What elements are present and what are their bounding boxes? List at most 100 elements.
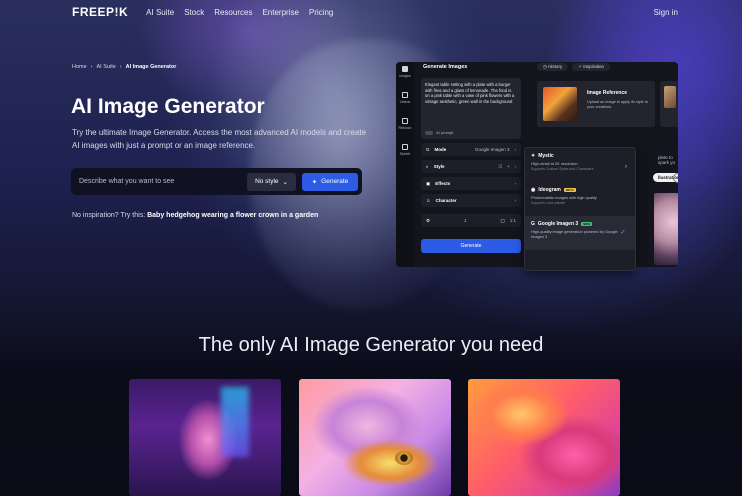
tab-history[interactable]: ◷ History	[537, 63, 569, 71]
page-description: Try the ultimate Image Generator. Access…	[72, 128, 367, 150]
showcase-image-snake[interactable]	[299, 379, 451, 496]
palette-icon: ◐	[426, 164, 429, 169]
effects-label: Effects	[435, 181, 451, 186]
nav-stock[interactable]: Stock	[184, 8, 204, 17]
inspiration-line: No inspiration? Try this: Baby hedgehog …	[72, 212, 318, 219]
section-title: The only AI Image Generator you need	[198, 334, 544, 356]
aspect-ratio[interactable]: 1:1	[510, 218, 516, 223]
sparkle-icon: ✦	[311, 178, 318, 186]
mode-row[interactable]: G Mode Google Imagen 3 ›	[421, 143, 521, 156]
chevron-right-icon: ›	[625, 164, 627, 170]
sign-in-link[interactable]: Sign in	[654, 8, 678, 17]
showcase-image-cyborg[interactable]	[129, 379, 281, 496]
ai-prompt-toggle[interactable]: AI prompt	[425, 130, 453, 136]
character-icon: ☺	[426, 198, 431, 203]
gear-icon[interactable]: ⚙	[426, 218, 430, 224]
rail-videos[interactable]: Videos	[396, 92, 414, 114]
new-badge: NEW	[581, 222, 593, 226]
rail-label: Videos	[399, 100, 411, 104]
model-description: High-detail at 2K resolution	[531, 161, 578, 166]
chevron-down-icon: ⌄	[282, 178, 288, 186]
generate-label: Generate	[321, 178, 349, 185]
google-icon: G	[531, 221, 535, 227]
reference-card-next[interactable]	[660, 81, 678, 127]
rail-sketch[interactable]: Sketch	[396, 144, 414, 166]
tab-inspiration-label: Inspiration	[583, 64, 604, 69]
showcase-image-feathers[interactable]	[468, 379, 620, 496]
count-stepper[interactable]: 1	[435, 218, 495, 223]
inspiration-example[interactable]: Baby hedgehog wearing a flower crown in …	[147, 212, 318, 219]
image-icon	[402, 66, 408, 72]
rail-label: Images	[399, 74, 411, 78]
model-description: High-quality image generation powered by…	[531, 229, 618, 239]
model-dropdown: ✦ Mystic High-detail at 2K resolution Sup…	[524, 147, 636, 271]
model-name: Google Imagen 3	[537, 221, 579, 227]
model-option-google-imagen[interactable]: G Google Imagen 3 NEW High-quality image g…	[525, 216, 635, 250]
panel-generate-button[interactable]: Generate	[421, 239, 521, 253]
model-option-ideogram[interactable]: ◉ Ideogram BETA Photorealistic images with…	[525, 182, 635, 216]
chip-next[interactable]	[673, 173, 678, 183]
preview-prompt-box[interactable]: Elegant table setting with a plate with …	[421, 78, 521, 139]
settings-row: ⚙ 1 ▢ 1:1	[421, 214, 521, 227]
plus-icon: +	[506, 164, 510, 169]
check-icon: ✓	[620, 229, 626, 236]
google-icon: G	[426, 147, 430, 152]
pencil-icon	[402, 144, 408, 150]
model-name: Mystic	[538, 153, 554, 159]
video-icon	[402, 92, 408, 98]
rail-label: Sketch	[399, 152, 411, 156]
generate-panel: Generate Images Elegant table setting wi…	[418, 62, 524, 267]
mode-value: Google Imagen 3	[474, 147, 510, 152]
breadcrumb-separator: ›	[119, 64, 122, 70]
ideas-text: plete to spark yo	[658, 155, 676, 165]
shuffle-icon: ⤮	[498, 164, 502, 169]
image-reference-card[interactable]: Image Reference Upload an image to apply…	[537, 81, 655, 127]
prompt-bar: Describe what you want to see No style ⌄…	[71, 168, 362, 195]
aspect-icon: ▢	[500, 217, 505, 223]
retouch-icon	[402, 118, 408, 124]
style-row[interactable]: ◐ Style ⤮ + ›	[421, 160, 521, 173]
generate-button[interactable]: ✦ Generate	[302, 172, 358, 191]
toggle-icon	[425, 131, 433, 136]
page-title: AI Image Generator	[71, 95, 265, 118]
model-sub: Supports Custom Styles and Characters	[531, 167, 594, 171]
style-label: No style	[255, 178, 279, 185]
snake-eye	[395, 451, 413, 465]
preview-prompt-text: Elegant table setting with a plate with …	[425, 82, 515, 104]
preview-tabs: ◷ History ✧ Inspiration	[537, 63, 678, 71]
reference-title: Image Reference	[587, 90, 628, 96]
ideogram-icon: ◉	[531, 187, 536, 193]
nav-pricing[interactable]: Pricing	[309, 8, 333, 17]
inspiration-prefix: No inspiration? Try this:	[72, 212, 146, 219]
freepik-logo[interactable]: FREEP!K	[72, 5, 128, 19]
model-option-mystic[interactable]: ✦ Mystic High-detail at 2K resolution Sup…	[525, 148, 635, 182]
mystic-icon: ✦	[531, 153, 536, 159]
nav-ai-suite[interactable]: AI Suite	[146, 8, 174, 17]
rail-retouch[interactable]: Retouch	[396, 118, 414, 140]
effects-icon: ▣	[426, 180, 431, 186]
breadcrumb-ai-suite[interactable]: AI Suite	[97, 64, 116, 70]
prompt-input[interactable]: Describe what you want to see	[79, 178, 247, 185]
breadcrumb-separator: ›	[90, 64, 93, 70]
ai-prompt-label: AI prompt	[436, 130, 454, 136]
rail-label: Retouch	[398, 126, 412, 130]
model-description: Photorealistic images with high quality	[531, 195, 597, 200]
rail-images[interactable]: Images	[396, 66, 414, 88]
reference-thumbnail	[543, 87, 577, 121]
style-dropdown[interactable]: No style ⌄	[247, 172, 296, 191]
tool-rail: Images Videos Retouch Sketch	[396, 62, 414, 267]
character-row[interactable]: ☺ Character ›	[421, 194, 521, 207]
inspiration-image[interactable]	[654, 193, 678, 265]
reference-thumbnail	[664, 86, 676, 108]
nav-resources[interactable]: Resources	[214, 8, 252, 17]
breadcrumb-current: AI Image Generator	[125, 64, 177, 70]
tab-inspiration[interactable]: ✧ Inspiration	[572, 63, 610, 71]
breadcrumb-home[interactable]: Home	[72, 64, 87, 70]
effects-row[interactable]: ▣ Effects ›	[421, 177, 521, 190]
character-label: Character	[435, 198, 457, 203]
chevron-right-icon: ›	[514, 198, 517, 203]
beta-badge: BETA	[563, 188, 576, 192]
nav-enterprise[interactable]: Enterprise	[262, 8, 298, 17]
neon-light	[221, 387, 249, 457]
top-nav: FREEP!K AI Suite Stock Resources Enterpr…	[0, 0, 742, 24]
